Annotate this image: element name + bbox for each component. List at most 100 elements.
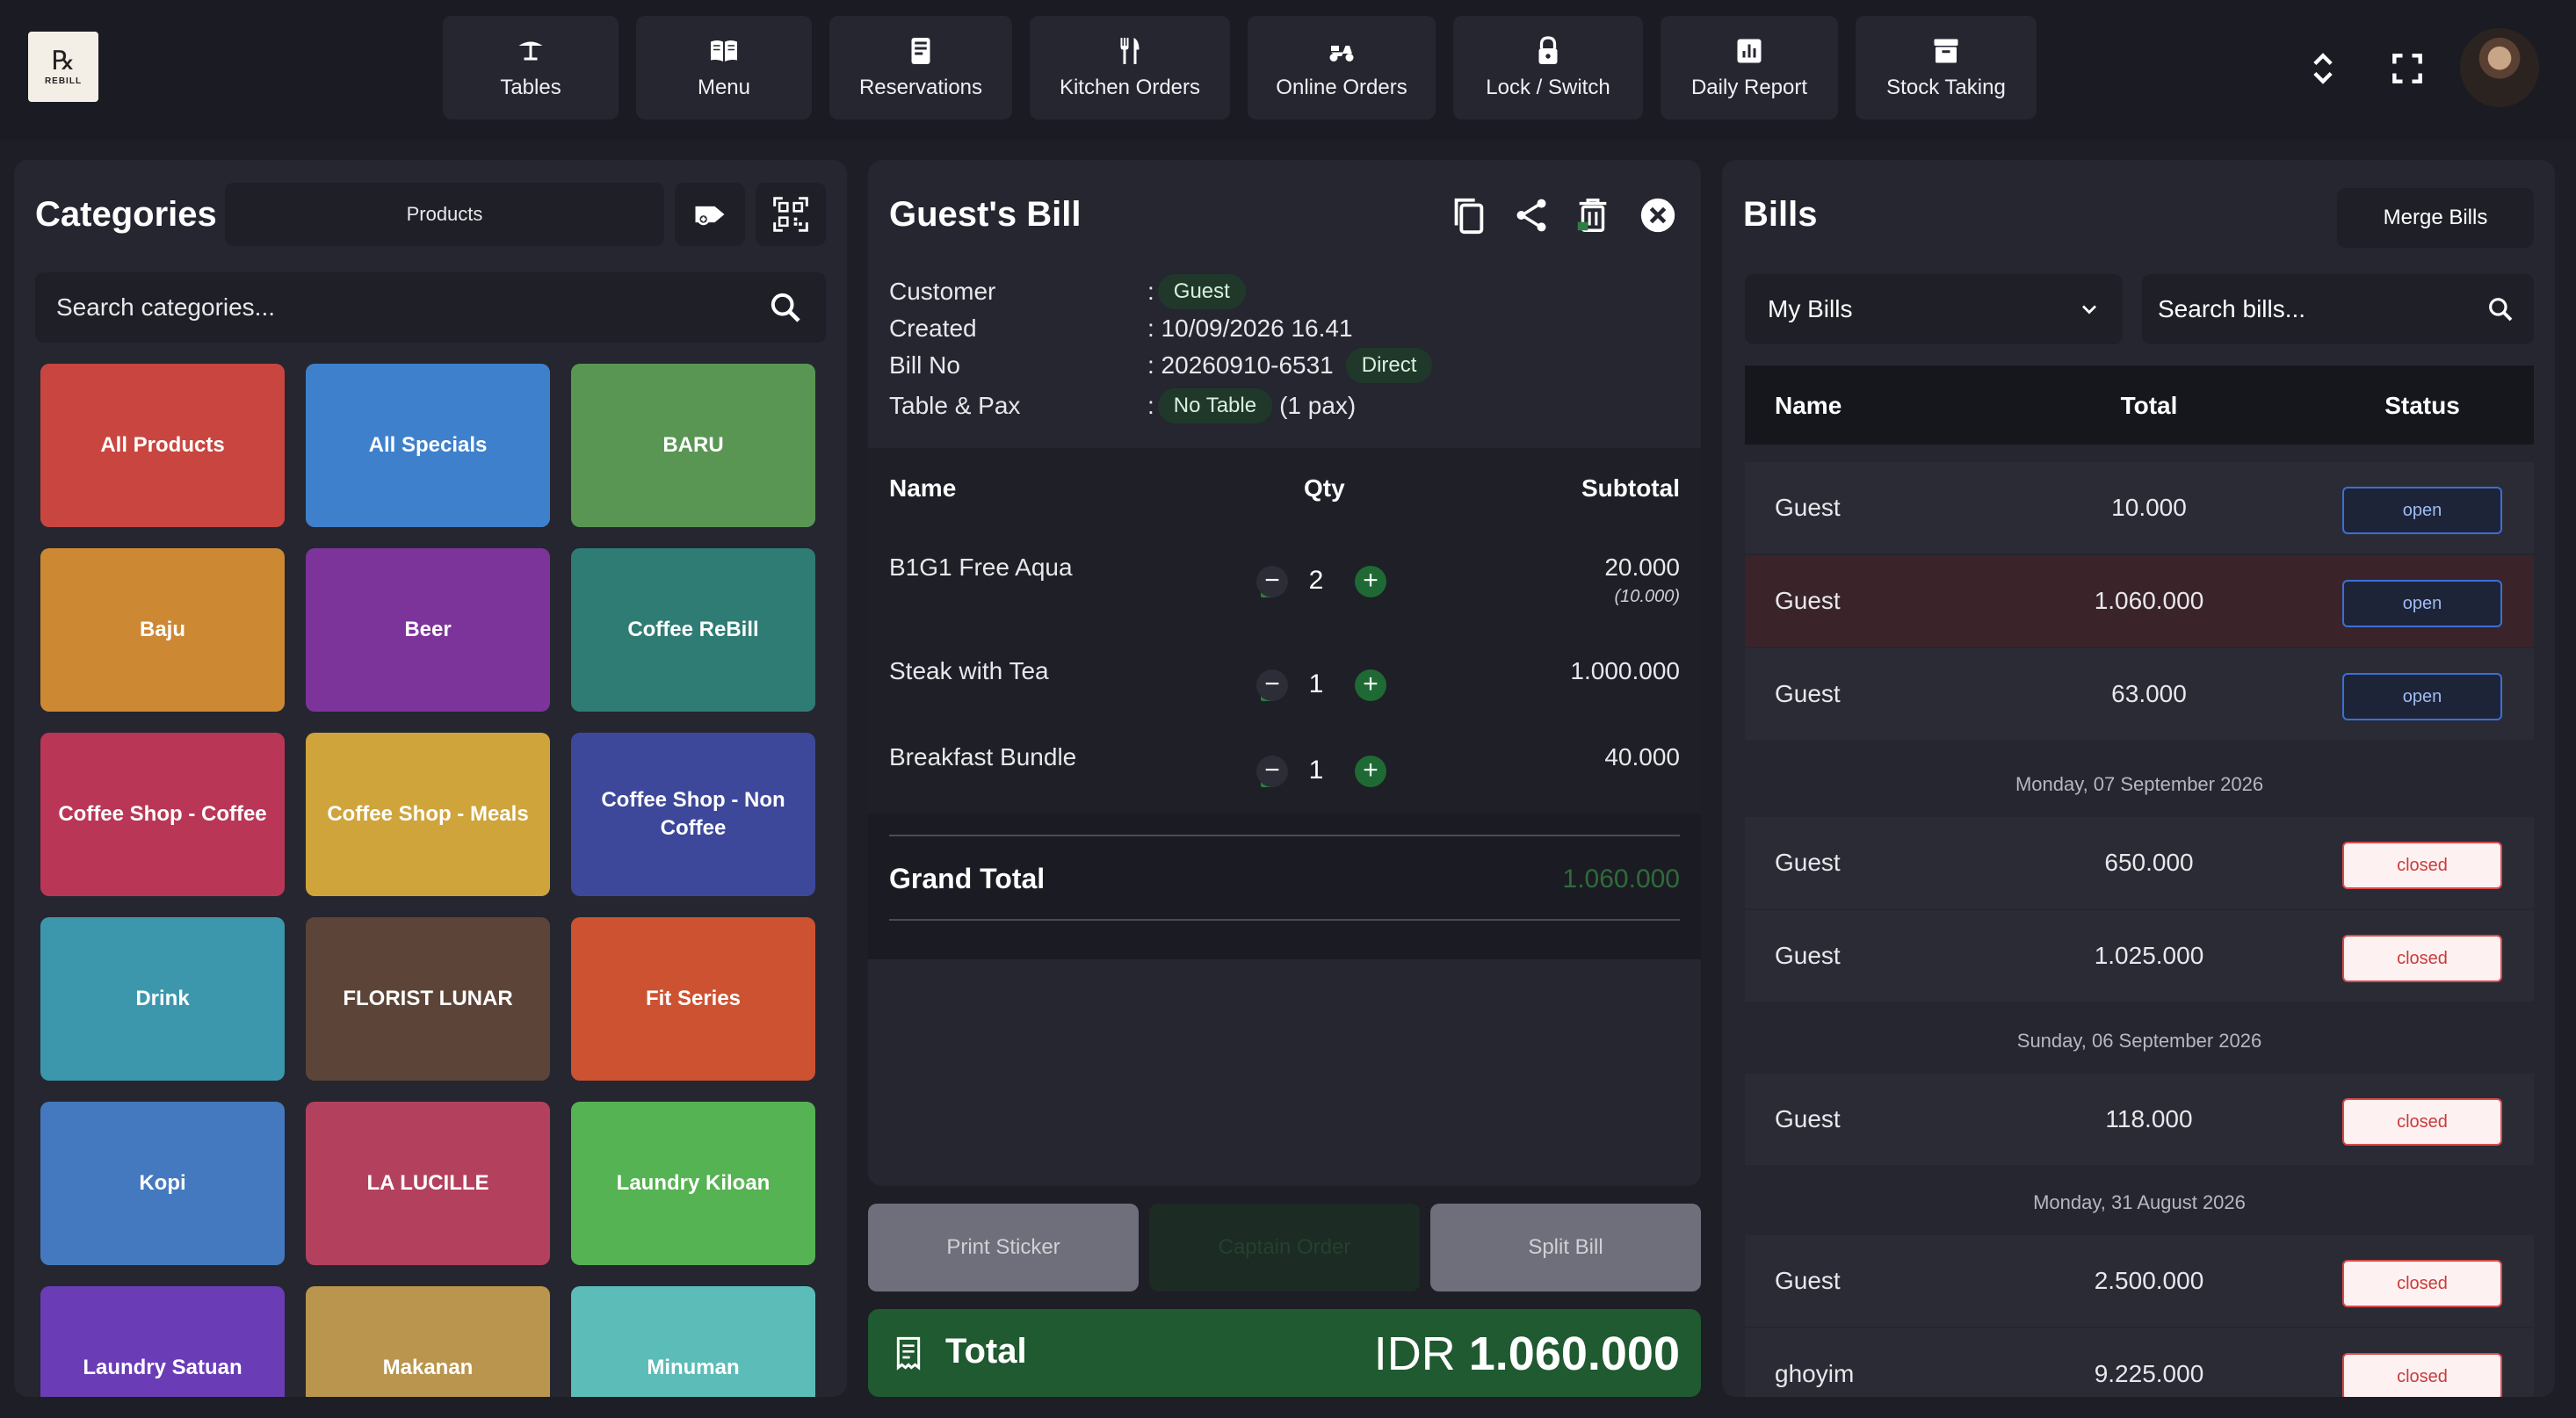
tablet-icon	[911, 38, 930, 64]
archive-box-icon	[1934, 39, 1958, 63]
category-tile[interactable]: Minuman	[571, 1286, 815, 1397]
search-icon[interactable]	[768, 290, 803, 325]
expand-vertical-icon[interactable]	[2304, 49, 2342, 88]
qty-decrease-button[interactable]: −	[1256, 669, 1288, 701]
bill-row[interactable]: Guest 1.060.000 open	[1745, 555, 2534, 647]
category-tile[interactable]: Laundry Kiloan	[571, 1102, 815, 1265]
table-pax-row: Table & Pax : No Table (1 pax)	[889, 387, 1356, 425]
bill-total: 1.060.000	[2094, 587, 2204, 614]
date-separator: Monday, 31 August 2026	[2033, 1191, 2246, 1213]
print-sticker-button[interactable]: Print Sticker	[868, 1204, 1139, 1291]
bill-customer-name: Guest	[1775, 1105, 1841, 1132]
captain-order-button[interactable]: Captain Order	[1149, 1204, 1420, 1291]
receipt-icon	[896, 1336, 921, 1371]
bills-table-header: Name Total Status	[1745, 365, 2534, 445]
bill-row[interactable]: Guest 650.000 closed	[1745, 817, 2534, 908]
nav-label: Lock / Switch	[1486, 76, 1610, 99]
bill-row[interactable]: Guest 1.025.000 closed	[1745, 910, 2534, 1002]
nav-reservations-button[interactable]: Reservations	[829, 16, 1012, 119]
nav-kitchen-orders-button[interactable]: Kitchen Orders	[1030, 16, 1230, 119]
categories-panel: Categories Products All ProductsAll Spec…	[14, 160, 847, 1397]
copy-icon[interactable]	[1448, 195, 1488, 235]
item-name: B1G1 Free Aqua	[889, 553, 1073, 581]
category-tile[interactable]: All Specials	[306, 364, 550, 527]
category-tile[interactable]: Fit Series	[571, 917, 815, 1081]
app-logo[interactable]: ℞ REBILL	[28, 32, 98, 102]
grand-total-value: 1.060.000	[1562, 865, 1680, 893]
status-badge: closed	[2342, 842, 2502, 889]
bills-title: Bills	[1743, 195, 1818, 234]
customer-row: Customer : Guest	[889, 272, 1253, 311]
customer-label: Customer	[889, 278, 996, 305]
date-separator: Monday, 07 September 2026	[2015, 773, 2264, 795]
total-pay-button[interactable]: Total IDR 1.060.000	[868, 1309, 1701, 1397]
delete-lock-icon[interactable]	[1573, 195, 1613, 235]
column-name: Name	[889, 474, 957, 502]
column-total: Total	[2120, 392, 2178, 419]
user-avatar[interactable]	[2460, 28, 2539, 107]
status-badge: closed	[2342, 935, 2502, 982]
qty-increase-button[interactable]: +	[1355, 669, 1386, 701]
nav-label: Menu	[697, 76, 751, 99]
qty-increase-button[interactable]: +	[1355, 566, 1386, 597]
lock-icon	[1538, 36, 1558, 64]
column-name: Name	[1775, 392, 1842, 419]
bill-row[interactable]: Guest 118.000 closed	[1745, 1074, 2534, 1165]
category-tile[interactable]: LA LUCILLE	[306, 1102, 550, 1265]
bill-customer-name: Guest	[1775, 849, 1841, 876]
category-tile[interactable]: Baju	[40, 548, 285, 712]
bills-panel: Bills Merge Bills My Bills Name Total St…	[1722, 160, 2555, 1397]
nav-label: Kitchen Orders	[1059, 76, 1201, 99]
qty-decrease-button[interactable]: −	[1256, 566, 1288, 597]
created-value: : 10/09/2026 16.41	[1147, 315, 1353, 342]
total-label: Total	[945, 1332, 1027, 1371]
bills-filter-select[interactable]: My Bills	[1745, 274, 2123, 344]
bill-total: 2.500.000	[2094, 1267, 2204, 1294]
category-tile[interactable]: FLORIST LUNAR	[306, 917, 550, 1081]
fullscreen-icon[interactable]	[2388, 49, 2427, 88]
bill-row[interactable]: Guest 2.500.000 closed	[1745, 1235, 2534, 1327]
bill-total: 10.000	[2111, 494, 2187, 521]
nav-menu-button[interactable]: Menu	[636, 16, 812, 119]
bill-row[interactable]: ghoyim 9.225.000 closed	[1745, 1328, 2534, 1397]
bill-items-list: B1G1 Free Aqua − 2 + 20.000 (10.000) Ste…	[868, 527, 1701, 959]
nav-daily-report-button[interactable]: Daily Report	[1661, 16, 1838, 119]
category-tile[interactable]: Coffee Shop - Meals	[306, 733, 550, 896]
status-badge: open	[2342, 487, 2502, 534]
category-tile[interactable]: Coffee Shop - Coffee	[40, 733, 285, 896]
bill-row[interactable]: Guest 63.000 open	[1745, 648, 2534, 740]
nav-lock-switch-button[interactable]: Lock / Switch	[1453, 16, 1643, 119]
category-tile[interactable]: Coffee ReBill	[571, 548, 815, 712]
split-bill-button[interactable]: Split Bill	[1430, 1204, 1701, 1291]
category-tile[interactable]: Coffee Shop - Non Coffee	[571, 733, 815, 896]
category-tile[interactable]: BARU	[571, 364, 815, 527]
status-badge: open	[2342, 673, 2502, 720]
nav-online-orders-button[interactable]: Online Orders	[1248, 16, 1436, 119]
products-toggle-button[interactable]: Products	[225, 183, 664, 246]
category-tile[interactable]: Kopi	[40, 1102, 285, 1265]
search-icon[interactable]	[2486, 295, 2514, 323]
nav-stock-taking-button[interactable]: Stock Taking	[1856, 16, 2037, 119]
qty-increase-button[interactable]: +	[1355, 756, 1386, 787]
nav-tables-button[interactable]: Tables	[443, 16, 619, 119]
category-tile[interactable]: Drink	[40, 917, 285, 1081]
bills-filter-value: My Bills	[1768, 295, 1853, 322]
currency: IDR	[1373, 1328, 1456, 1380]
merge-bills-button[interactable]: Merge Bills	[2337, 188, 2534, 248]
category-tile[interactable]: Laundry Satuan	[40, 1286, 285, 1397]
created-row: Created : 10/09/2026 16.41	[889, 309, 1353, 348]
qr-scan-button[interactable]	[756, 183, 826, 246]
colon: :	[1147, 392, 1154, 419]
share-icon[interactable]	[1511, 195, 1552, 235]
bill-row[interactable]: Guest 10.000 open	[1745, 462, 2534, 553]
qty-decrease-button[interactable]: −	[1256, 756, 1288, 787]
guest-bill-panel: Guest's Bill Customer : Guest Created : …	[868, 160, 1701, 1186]
category-tile[interactable]: All Products	[40, 364, 285, 527]
bills-search-input[interactable]	[2142, 274, 2476, 344]
close-icon[interactable]	[1638, 195, 1678, 235]
category-search-input[interactable]	[35, 272, 756, 343]
special-tag-button[interactable]	[675, 183, 745, 246]
category-tile[interactable]: Makanan	[306, 1286, 550, 1397]
category-tile[interactable]: Beer	[306, 548, 550, 712]
bill-total: 118.000	[2105, 1105, 2193, 1132]
